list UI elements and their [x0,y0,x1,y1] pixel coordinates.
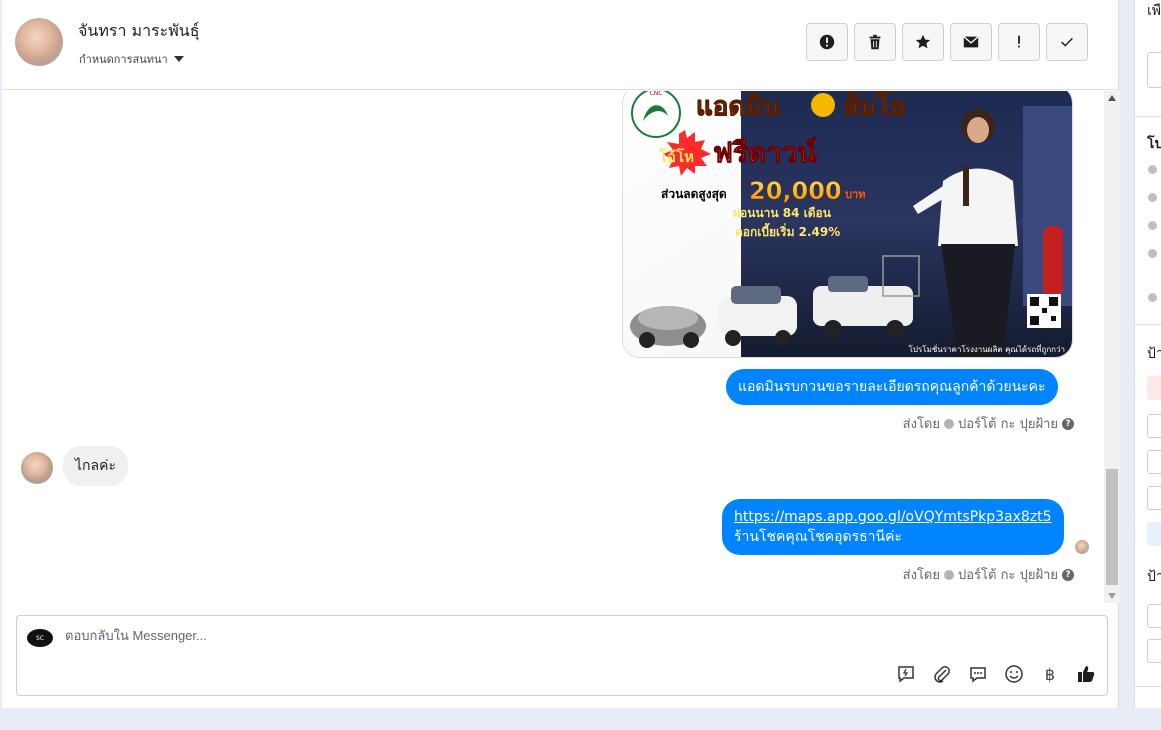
promo-installment: ผ่อนนาน 84 เดือน [733,206,832,220]
mark-done-button[interactable] [1046,23,1088,61]
customer-info-panel: เพื โป ป้า ป้า [1134,0,1161,708]
message-text: ร้านโชคคุณโชคอุดรธานีค่ะ [734,529,902,545]
message-composer: SC ฿ [16,615,1108,696]
seen-avatar [1075,540,1089,554]
mark-unread-button[interactable] [950,23,992,61]
contact-avatar[interactable] [15,18,63,66]
sender-name[interactable]: ปอร์โต้ กะ ปุยฝ้าย [958,564,1058,585]
help-icon[interactable]: ? [1062,568,1074,581]
right-panel-field[interactable] [1147,604,1161,628]
label-chip[interactable] [1147,522,1161,546]
message-text: ไกลค่ะ [75,458,116,474]
paperclip-icon [934,666,950,683]
help-icon[interactable]: ? [1062,417,1074,430]
scroll-down-arrow-icon[interactable] [1108,593,1116,599]
promo-interest: ดอกเบี้ยเริ่ม 2.49% [735,222,840,239]
promo-prefix: โอ้โห [658,147,694,166]
label-chip[interactable] [1147,414,1161,438]
quick-reply-icon [898,666,914,683]
attach-button[interactable] [931,663,953,685]
label-chip[interactable] [1147,486,1161,510]
assign-conversation-dropdown[interactable]: กำหนดการสนทนา [79,50,184,68]
right-panel-field[interactable] [1147,52,1161,88]
page-avatar: SC [27,629,53,647]
clock-icon [1148,165,1157,174]
promo-brand-2: ส้มโอ [843,91,906,122]
thumbs-up-icon [1078,666,1095,682]
promo-discount-unit: บาท [845,188,865,201]
divider [1135,116,1161,117]
outgoing-message[interactable]: https://maps.app.goo.gl/oVQYmtsPkp3ax8zt… [722,499,1064,555]
verified-icon [944,569,954,580]
check-icon [1061,37,1073,47]
label-chip[interactable] [1147,376,1161,400]
conversation-panel: จันทรา มาระพันธุ์ กำหนดการสนทนา CNC แอดม… [2,0,1120,708]
promo-discount-value: 20,000 [749,177,842,205]
promo-footer: โปรโมชั่นราคาโรงงานผลิต คุณได้รถที่ถูกกว… [909,343,1065,355]
promo-brand-1: แอดมิน [696,92,780,122]
envelope-icon [963,36,979,48]
emoji-button[interactable] [1003,663,1025,685]
outgoing-message[interactable]: แอดมินรบกวนขอรายละเอียดรถคุณลูกค้าด้วยนะ… [726,369,1058,405]
assign-label: กำหนดการสนทนา [79,53,168,66]
sent-by-info: ส่งโดย ปอร์โต้ กะ ปุยฝ้าย ? [903,564,1074,585]
location-icon [1148,293,1157,302]
verified-icon [944,418,954,429]
quick-reply-button[interactable] [895,663,917,685]
caret-down-icon [173,56,184,62]
sender-name[interactable]: ปอร์โต้ กะ ปุยฝ้าย [958,413,1058,434]
location-icon [1148,249,1157,258]
emoji-icon [1005,665,1023,683]
contact-avatar-small [21,452,53,484]
like-button[interactable] [1075,663,1097,685]
scroll-thumb[interactable] [1106,469,1118,585]
saved-replies-button[interactable] [967,663,989,685]
message-text: แอดมินรบกวนขอรายละเอียดรถคุณลูกค้าด้วยนะ… [738,379,1046,395]
right-panel-section: ป้า [1147,346,1161,362]
header-actions [806,23,1088,61]
map-link[interactable]: https://maps.app.goo.gl/oVQYmtsPkp3ax8zt… [734,507,1052,527]
spam-button[interactable] [998,23,1040,61]
reply-input[interactable] [65,628,865,643]
divider [1135,324,1161,325]
label-chip[interactable] [1147,450,1161,474]
conversation-header: จันทรา มาระพันธุ์ กำหนดการสนทนา [2,0,1118,90]
contact-name[interactable]: จันทรา มาระพันธุ์ [78,19,200,44]
graduation-icon [1148,221,1157,230]
right-panel-heading: เพื [1147,3,1161,19]
promo-image: CNC แอดมิน ส้มโอ โอ้โห ฟรีดาวน์ ส่วนลดสู… [623,91,1072,357]
chat-bubble-icon [970,667,986,683]
exclamation-icon [1018,35,1020,48]
sent-by-label: ส่งโดย [902,568,940,583]
svg-text:CNC: CNC [650,91,663,97]
alert-button[interactable] [806,23,848,61]
message-scrollbar[interactable] [1104,91,1120,603]
right-panel-section: ป้า [1147,569,1161,585]
alert-circle-icon [819,34,835,50]
star-button[interactable] [902,23,944,61]
scroll-up-arrow-icon[interactable] [1108,95,1116,101]
composer-tools: ฿ [895,663,1097,685]
message-list[interactable]: CNC แอดมิน ส้มโอ โอ้โห ฟรีดาวน์ ส่วนลดสู… [2,91,1102,603]
promo-free-down: ฟรีดาวน์ [713,136,817,169]
promo-image-message[interactable]: CNC แอดมิน ส้มโอ โอ้โห ฟรีดาวน์ ส่วนลดสู… [622,91,1073,358]
right-panel-section: โป [1147,136,1161,152]
divider [1135,686,1161,687]
baht-icon: ฿ [1044,664,1056,684]
promo-discount-label: ส่วนลดสูงสุด [661,187,727,202]
incoming-message[interactable]: ไกลค่ะ [63,446,128,486]
delete-button[interactable] [854,23,896,61]
payment-button[interactable]: ฿ [1039,663,1061,685]
trash-icon [869,34,881,50]
sent-by-info: ส่งโดย ปอร์โต้ กะ ปุยฝ้าย ? [903,413,1074,434]
star-icon [915,34,931,49]
right-panel-field[interactable] [1147,639,1161,663]
briefcase-icon [1148,193,1157,202]
sent-by-label: ส่งโดย [902,417,940,432]
